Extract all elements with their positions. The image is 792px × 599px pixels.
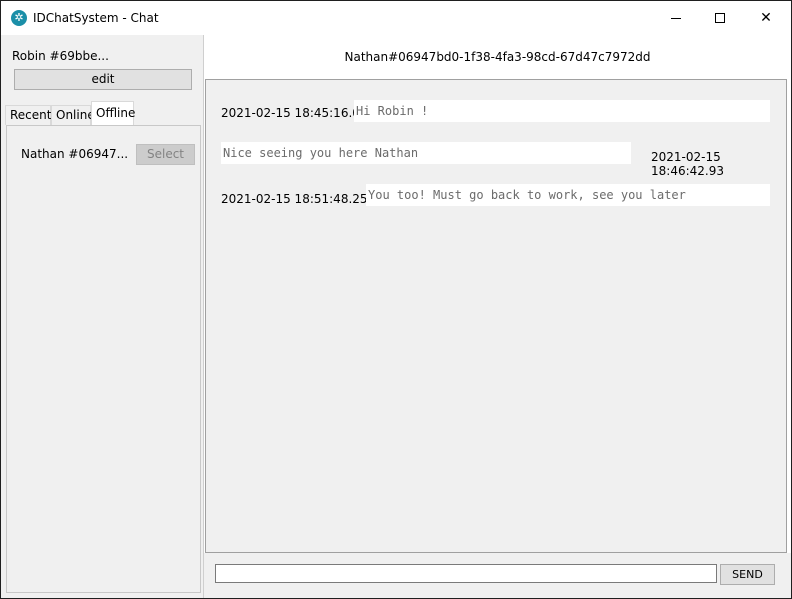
message-input[interactable]: [215, 564, 717, 583]
title-bar[interactable]: ✲ IDChatSystem - Chat ✕: [1, 1, 791, 35]
message-text: You too! Must go back to work, see you l…: [366, 184, 770, 206]
message-timestamp: 2021-02-15 18:51:48.258: [221, 192, 376, 206]
minimize-button[interactable]: [653, 1, 699, 35]
close-button[interactable]: ✕: [743, 1, 789, 35]
message-area[interactable]: 2021-02-15 18:45:16.0 Hi Robin ! Nice se…: [205, 79, 787, 553]
tab-online[interactable]: Online: [51, 105, 95, 125]
message-timestamp: 2021-02-15 18:46:42.93: [651, 150, 724, 178]
contact-list: Nathan #06947... Select: [6, 125, 201, 593]
chat-panel: Nathan#06947bd0-1f38-4fa3-98cd-67d47c797…: [204, 35, 791, 598]
app-logo-icon: ✲: [11, 10, 27, 26]
sidebar: Robin #69bbe... edit Recent Online Offli…: [1, 35, 204, 598]
contact-name: Nathan #06947...: [21, 147, 129, 161]
list-item: Nathan #06947... Select: [7, 142, 200, 166]
message-timestamp: 2021-02-15 18:45:16.0: [221, 106, 360, 120]
edit-button[interactable]: edit: [14, 69, 192, 90]
maximize-button[interactable]: [697, 1, 743, 35]
chat-partner-title: Nathan#06947bd0-1f38-4fa3-98cd-67d47c797…: [344, 50, 651, 64]
chat-header: Nathan#06947bd0-1f38-4fa3-98cd-67d47c797…: [204, 35, 791, 79]
tab-offline[interactable]: Offline: [91, 101, 135, 125]
message-row: Nice seeing you here Nathan 2021-02-15 1…: [206, 142, 788, 178]
window-title: IDChatSystem - Chat: [33, 11, 159, 25]
maximize-icon: [715, 13, 725, 23]
close-icon: ✕: [760, 10, 772, 26]
message-row: 2021-02-15 18:45:16.0 Hi Robin !: [206, 100, 788, 124]
minimize-icon: [671, 17, 681, 19]
send-button[interactable]: SEND: [720, 564, 775, 585]
message-text: Nice seeing you here Nathan: [221, 142, 631, 164]
chat-window: ✲ IDChatSystem - Chat ✕ Robin #69bbe... …: [0, 0, 792, 599]
select-contact-button[interactable]: Select: [136, 144, 195, 165]
message-text: Hi Robin !: [354, 100, 770, 122]
message-composer: SEND: [204, 553, 791, 598]
current-user-label: Robin #69bbe...: [12, 49, 109, 63]
tab-recent[interactable]: Recent: [5, 105, 51, 125]
message-row: 2021-02-15 18:51:48.258 You too! Must go…: [206, 184, 788, 208]
